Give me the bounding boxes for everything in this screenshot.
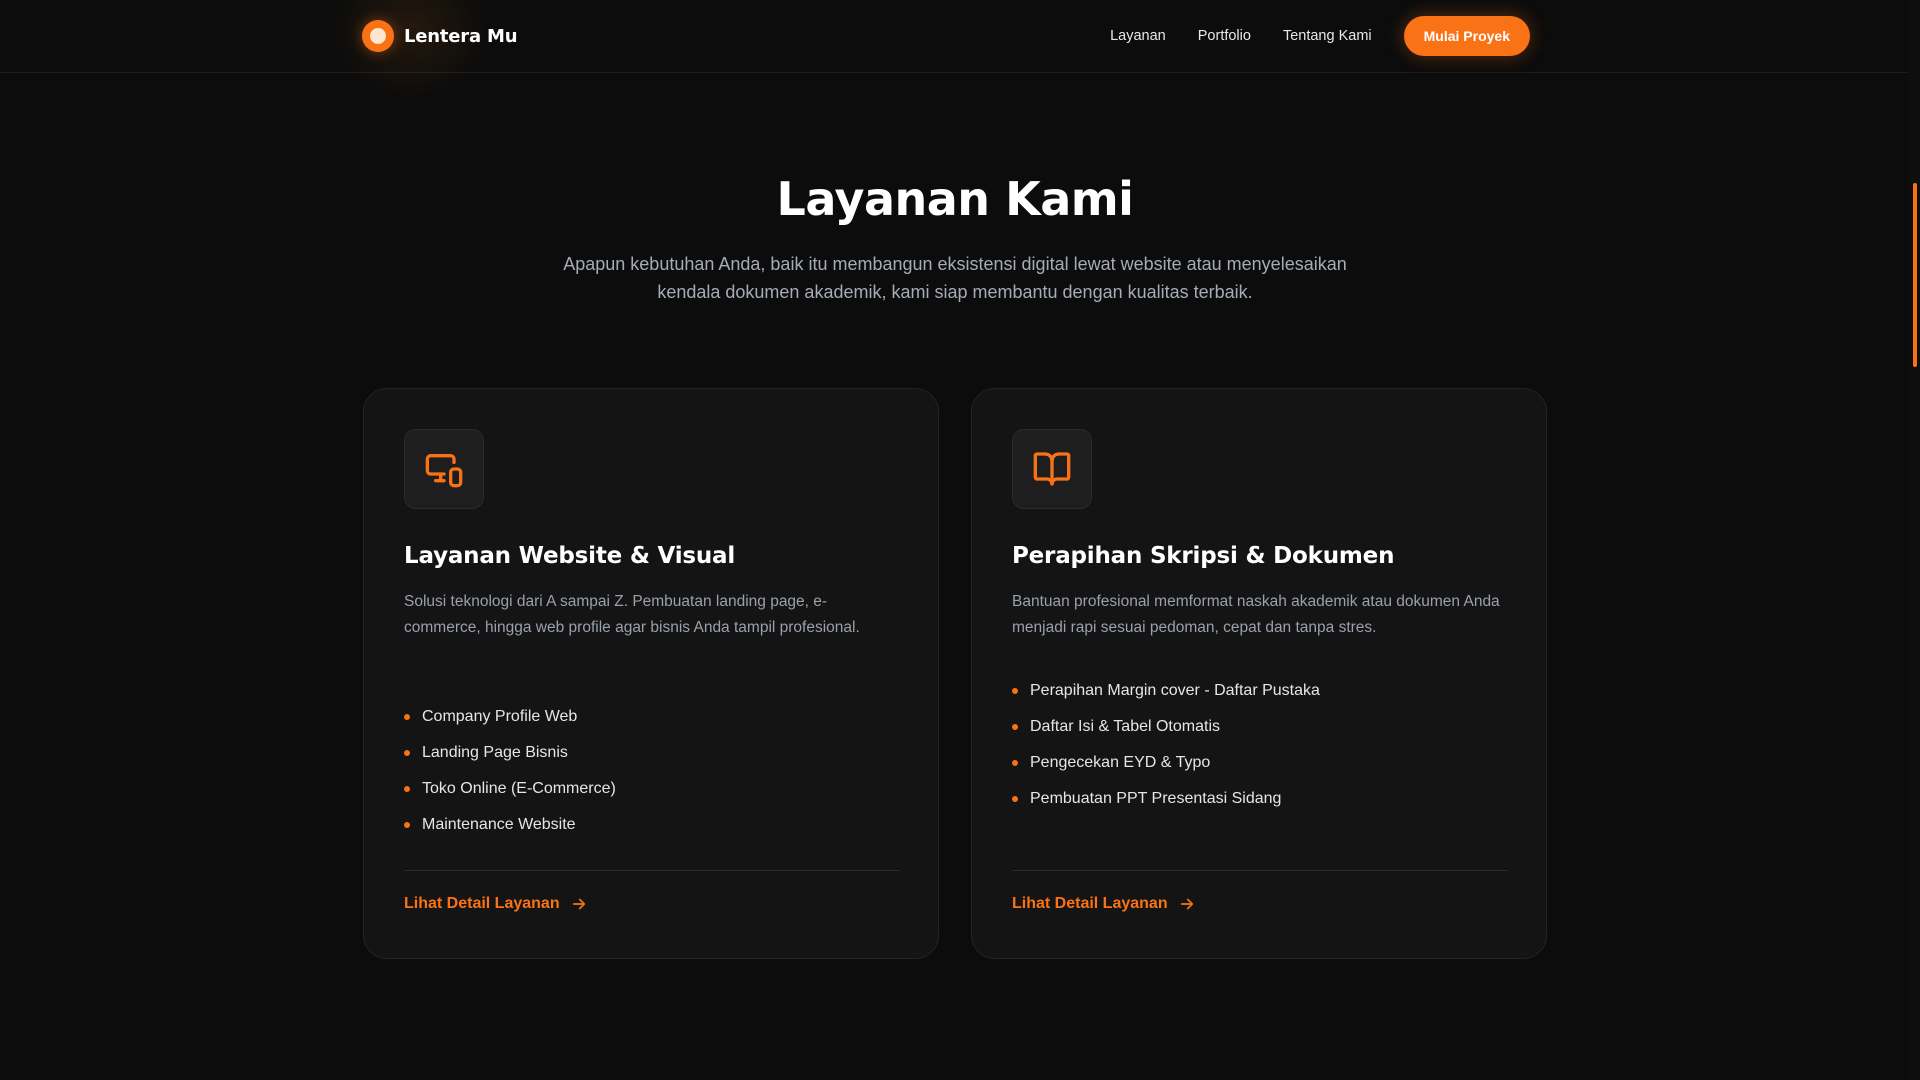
nav-link-tentang-kami[interactable]: Tentang Kami [1283, 28, 1372, 44]
list-item: Perapihan Margin cover - Daftar Pustaka [1012, 673, 1320, 709]
card-description: Bantuan profesional memformat naskah aka… [1012, 593, 1500, 636]
card-title: Layanan Website & Visual [404, 543, 736, 569]
link-label: Lihat Detail Layanan [1012, 895, 1168, 912]
list-item: Pembuatan PPT Presentasi Sidang [1012, 781, 1320, 817]
nav-link-layanan[interactable]: Layanan [1110, 28, 1166, 44]
feature-list: Perapihan Margin cover - Daftar Pustaka … [1012, 673, 1320, 817]
link-label: Lihat Detail Layanan [404, 895, 560, 912]
brand-name: Lentera Mu [404, 25, 518, 47]
view-service-detail-link[interactable]: Lihat Detail Layanan [1012, 895, 1196, 913]
start-project-button[interactable]: Mulai Proyek [1403, 16, 1530, 56]
bullet-dot-icon [1012, 688, 1018, 694]
arrow-right-icon [572, 898, 585, 910]
arrow-right-icon [1180, 898, 1193, 910]
list-item: Pengecekan EYD & Typo [1012, 745, 1320, 781]
list-item: Daftar Isi & Tabel Otomatis [1012, 709, 1320, 745]
card-divider [404, 870, 900, 871]
card-description: Solusi teknologi dari A sampai Z. Pembua… [404, 593, 860, 636]
view-service-detail-link[interactable]: Lihat Detail Layanan [404, 895, 588, 913]
bullet-dot-icon [404, 714, 410, 720]
section-subtitle: Apapun kebutuhan Anda, baik itu membangu… [563, 254, 1347, 302]
bullet-dot-icon [1012, 796, 1018, 802]
service-card-document: Perapihan Skripsi & Dokumen Bantuan prof… [971, 388, 1547, 959]
card-divider [1012, 870, 1508, 871]
card-icon-box [1012, 429, 1092, 509]
devices-icon [425, 454, 463, 488]
list-item: Landing Page Bisnis [404, 735, 616, 771]
service-card-website: Layanan Website & Visual Solusi teknolog… [363, 388, 939, 959]
section-title: Layanan Kami [776, 172, 1134, 226]
brand[interactable]: Lentera Mu [362, 20, 518, 52]
list-item: Toko Online (E-Commerce) [404, 771, 616, 807]
nav-link-portfolio[interactable]: Portfolio [1198, 28, 1251, 44]
scrollbar-thumb[interactable] [1913, 183, 1917, 367]
nav-links: Layanan Portfolio Tentang Kami Mulai Pro… [1110, 16, 1530, 56]
page: Lentera Mu Layanan Portfolio Tentang Kam… [0, 0, 1920, 1080]
card-title: Perapihan Skripsi & Dokumen [1012, 543, 1395, 569]
card-icon-box [404, 429, 484, 509]
bullet-dot-icon [1012, 760, 1018, 766]
open-book-icon [1033, 452, 1071, 486]
scrollbar[interactable] [1908, 0, 1920, 1080]
bullet-dot-icon [1012, 724, 1018, 730]
bullet-dot-icon [404, 750, 410, 756]
bullet-dot-icon [404, 822, 410, 828]
navbar: Lentera Mu Layanan Portfolio Tentang Kam… [0, 0, 1908, 100]
feature-list: Company Profile Web Landing Page Bisnis … [404, 699, 616, 843]
sun-logo-icon [362, 20, 394, 52]
list-item: Maintenance Website [404, 807, 616, 843]
bullet-dot-icon [404, 786, 410, 792]
list-item: Company Profile Web [404, 699, 616, 735]
